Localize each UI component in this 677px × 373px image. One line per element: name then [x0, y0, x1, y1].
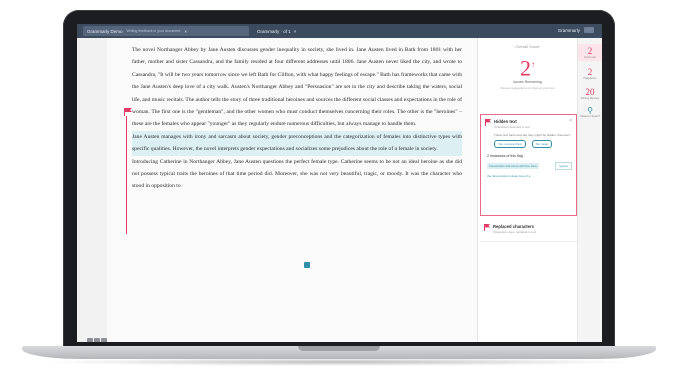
issue-card-desc: Characters were replaced in text	[493, 230, 537, 234]
right-nav: 2 Grammar 2 Plagiarism 20 Writing Review…	[577, 38, 602, 342]
document-area: The novel Northanger Abbey by Jane Auste…	[77, 38, 477, 342]
issue-card[interactable]: Hidden text Characters detected in text …	[480, 114, 577, 216]
laptop-notch	[298, 346, 380, 351]
flag-icon	[484, 224, 490, 231]
issue-card-options: Yes, remove them No, keep	[481, 137, 576, 148]
tab-title: Grammarly Demo	[87, 28, 123, 34]
paragraph-3: Introducing Catherine in Northanger Abbe…	[132, 158, 462, 190]
flag-icon	[485, 119, 491, 126]
browser-tab-second[interactable]: Grammarly · of 1 ×	[257, 29, 296, 34]
ignore-button[interactable]: Ignore	[555, 162, 572, 170]
issue-card-text: Hidden text Characters detected in text	[494, 119, 530, 129]
second-tab-close-icon[interactable]: ×	[294, 29, 297, 34]
score-label: Issues Remaining	[513, 80, 542, 85]
nav-item-citations[interactable]: ⚲ Citations Search	[578, 106, 602, 118]
issue-card-header: Replaced characters Characters were repl…	[480, 220, 577, 234]
suggestion-marker-icon[interactable]	[304, 262, 310, 268]
document-text[interactable]: The novel Northanger Abbey by Jane Auste…	[132, 44, 462, 193]
issue-card-header: Hidden text Characters detected in text	[481, 115, 576, 129]
nav-item-plagiarism[interactable]: 2 Plagiarism	[578, 67, 602, 80]
flag-range-line	[126, 116, 127, 234]
page-gutter	[77, 38, 107, 342]
nav-label: Grammar	[584, 55, 596, 59]
score-value: 2↑	[478, 55, 577, 81]
page-prev-button[interactable]	[87, 338, 93, 342]
second-tab-title: Grammarly · of 1	[257, 28, 291, 34]
instances-list: frameworks that came with the Jane Ignor…	[481, 158, 576, 178]
issue-card-question: These text parts look like they might be…	[494, 133, 571, 137]
issue-card-title: Replaced characters	[493, 224, 534, 229]
nav-label: Plagiarism	[583, 76, 597, 81]
instance-label[interactable]: the Jane Austen's deep love of a	[487, 174, 530, 178]
instances-heading: 2 Instances of this flag	[487, 154, 523, 158]
close-icon[interactable]: ×	[569, 118, 572, 124]
nav-label: Citations Search	[579, 114, 601, 119]
browser-tabbar: Grammarly Demo Writing feedback in your …	[77, 24, 602, 38]
instance-row[interactable]: frameworks that came with the Jane Ignor…	[487, 162, 572, 170]
paragraph-1: The novel Northanger Abbey by Jane Auste…	[132, 47, 463, 128]
issue-card-title: Hidden text	[494, 119, 517, 124]
score-subtext: Review suggestions to improve your text	[500, 86, 555, 91]
option-keep-button[interactable]: No, keep	[532, 140, 553, 148]
page-controls	[87, 338, 107, 342]
flag-icon[interactable]	[124, 108, 132, 116]
feedback-panel: Overall Score 2↑ Issues Remaining Review…	[477, 38, 577, 342]
nav-label: Writing Review	[580, 95, 600, 100]
issue-card-desc: Characters detected in text	[494, 125, 530, 129]
browser-right-controls: Grammarly	[558, 27, 594, 33]
nav-item-writing-review[interactable]: 20 Writing Review	[578, 87, 602, 100]
laptop-screen: Grammarly Demo Writing feedback in your …	[77, 24, 602, 342]
score-trend-icon: ↑	[531, 60, 535, 69]
issue-card-collapsed[interactable]: Replaced characters Characters were repl…	[480, 220, 577, 242]
issue-card-text: Replaced characters Characters were repl…	[493, 224, 536, 234]
instance-label[interactable]: frameworks that came with the Jane	[487, 163, 540, 169]
instance-row[interactable]: the Jane Austen's deep love of a	[487, 174, 572, 178]
tab-close-icon[interactable]: ×	[184, 29, 187, 34]
option-remove-button[interactable]: Yes, remove them	[494, 140, 527, 148]
tab-subtitle: Writing feedback in your document	[126, 29, 181, 33]
user-avatar[interactable]	[584, 27, 594, 33]
paragraph-2-highlighted: Jane Austen manages with irony and sarca…	[132, 130, 462, 156]
panel-title: Overall Score	[515, 44, 540, 49]
page-view-button[interactable]	[94, 338, 100, 342]
account-label: Grammarly	[557, 27, 580, 33]
score-number: 2	[520, 55, 531, 81]
laptop-shadow	[40, 358, 638, 366]
nav-item-grammar[interactable]: 2 Grammar	[578, 44, 602, 62]
browser-tab-active[interactable]: Grammarly Demo Writing feedback in your …	[83, 26, 249, 36]
page-next-button[interactable]	[101, 338, 107, 342]
